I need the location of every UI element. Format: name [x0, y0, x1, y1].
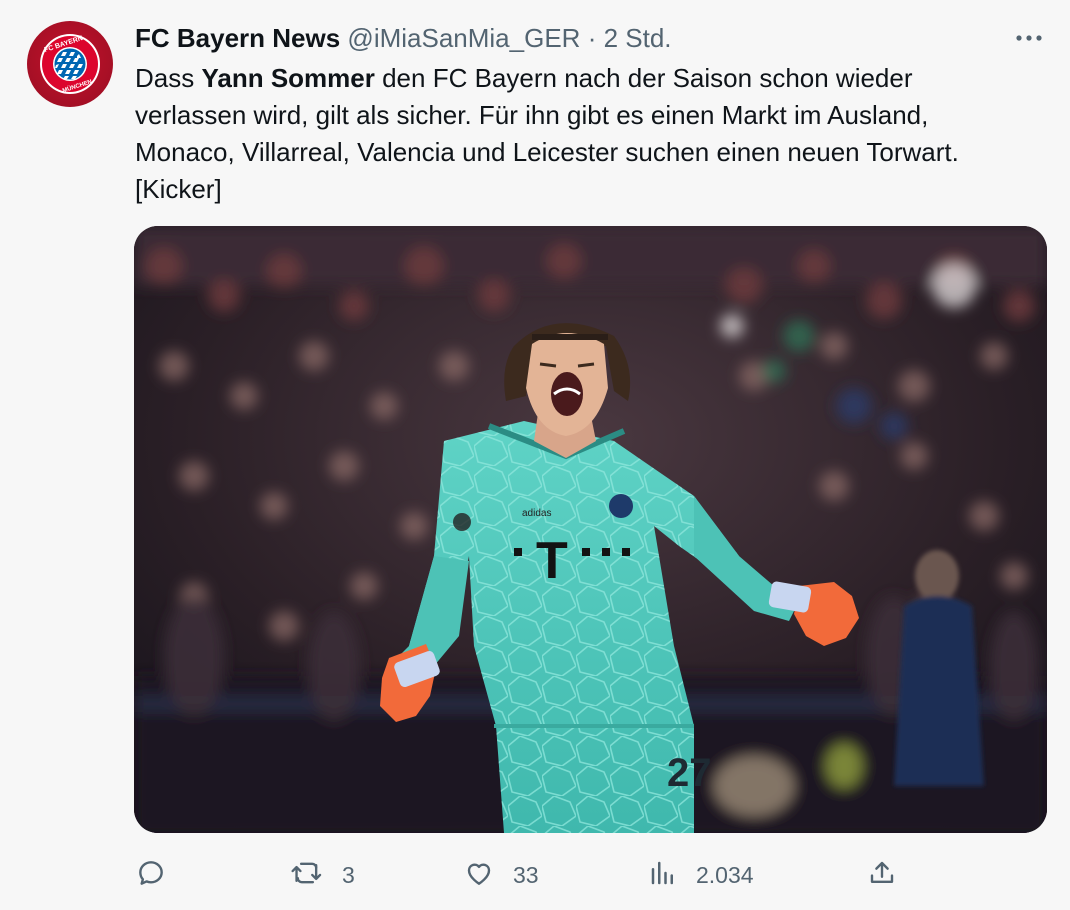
fc-bayern-logo: FC BAYERN MÜNCHEN: [40, 34, 100, 94]
heart-icon: [463, 857, 495, 894]
reply-icon: [135, 857, 167, 894]
tweet-text-bold: Yann Sommer: [201, 63, 375, 93]
author-handle[interactable]: @iMiaSanMia_GER: [347, 23, 580, 53]
tweet-header: FC Bayern News @iMiaSanMia_GER · 2 Std.: [135, 22, 672, 54]
like-button[interactable]: 33: [463, 852, 539, 898]
author-name[interactable]: FC Bayern News: [135, 23, 340, 53]
share-icon: [867, 857, 897, 894]
like-count: 33: [513, 861, 539, 888]
retweet-button[interactable]: 3: [290, 852, 355, 898]
timestamp[interactable]: 2 Std.: [604, 23, 672, 53]
tweet-text: Dass Yann Sommer den FC Bayern nach der …: [135, 60, 1015, 208]
retweet-count: 3: [342, 861, 355, 888]
views-button[interactable]: 2.034: [648, 852, 754, 898]
share-button[interactable]: [867, 852, 897, 898]
more-options-icon[interactable]: [1014, 28, 1044, 48]
avatar[interactable]: FC BAYERN MÜNCHEN: [27, 21, 113, 107]
retweet-icon: [290, 857, 324, 894]
svg-text:T: T: [536, 532, 568, 590]
separator-dot: ·: [587, 23, 597, 53]
views-count: 2.034: [696, 861, 754, 888]
tweet-media-image[interactable]: T adidas 27: [134, 226, 1047, 833]
bayern-crest-icon: [609, 494, 633, 518]
tweet-text-part1: Dass: [135, 63, 202, 93]
reply-button[interactable]: [135, 852, 167, 898]
svg-text:27: 27: [667, 751, 712, 795]
goalkeeper-celebration-photo: T adidas 27: [134, 226, 1047, 833]
views-chart-icon: [648, 857, 678, 894]
tweet-actions: 3 33 2.034: [0, 852, 1070, 898]
svg-text:adidas: adidas: [522, 508, 551, 519]
